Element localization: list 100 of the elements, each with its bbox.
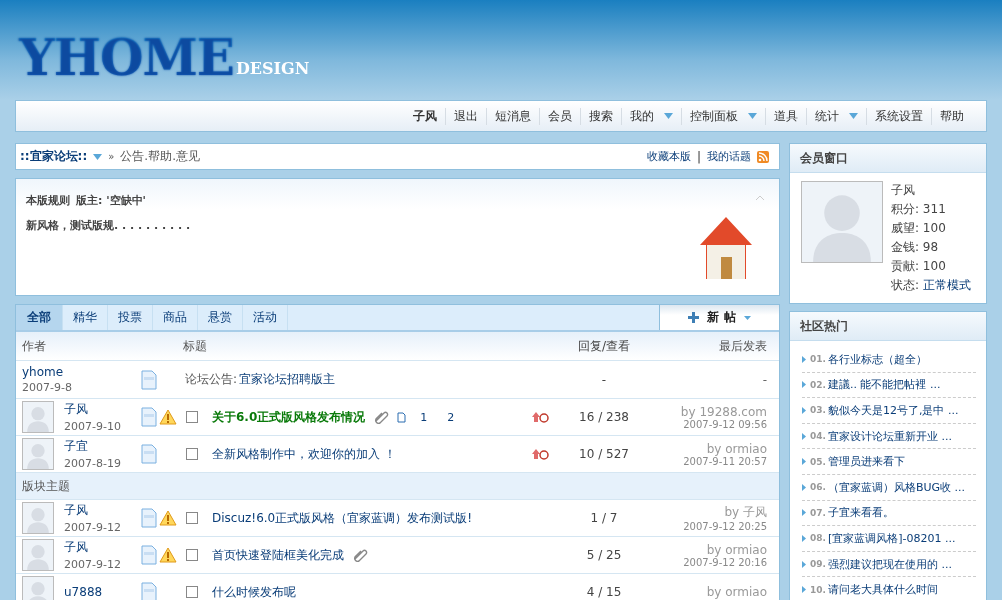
document-icon: [141, 545, 157, 565]
reply-count: 5 / 25: [585, 548, 623, 562]
avatar: [22, 539, 54, 571]
thread-title[interactable]: 全新风格制作中，欢迎你的加入 ！: [212, 445, 396, 463]
bullet-icon: [802, 381, 806, 389]
status-link[interactable]: 正常模式: [923, 276, 972, 295]
thread-title[interactable]: 什么时候发布呢: [212, 583, 296, 600]
page-link[interactable]: 2: [441, 410, 461, 424]
announcement-label: 论坛公告:: [185, 371, 238, 388]
member-stat: 威望: 100: [891, 220, 947, 237]
tab[interactable]: 商品: [153, 305, 198, 330]
nav-link[interactable]: 会员: [539, 107, 580, 125]
author-name[interactable]: u7888: [64, 585, 103, 599]
member-stat: 积分: 311: [891, 201, 947, 218]
pages-icon: [397, 411, 407, 423]
nav-link[interactable]: 道具: [765, 107, 806, 125]
bullet-icon: [802, 483, 806, 491]
last-post-time: 2007-9-12 20:25: [683, 521, 767, 532]
header-link[interactable]: 收藏本版: [646, 149, 691, 164]
nav-link[interactable]: 帮助: [931, 107, 972, 125]
column-header: 最后发表: [719, 337, 767, 355]
checkbox[interactable]: [186, 549, 198, 561]
document-icon: [141, 369, 157, 390]
checkbox[interactable]: [186, 411, 198, 423]
breadcrumb-current: 公告.帮助.意见: [120, 148, 200, 165]
last-post-time: 2007-9-12 09:56: [683, 418, 767, 430]
avatar: [22, 502, 54, 534]
post-date: 2007-9-10: [64, 420, 121, 433]
author-name[interactable]: 子风: [64, 502, 121, 519]
checkbox[interactable]: [186, 512, 198, 524]
author-name[interactable]: yhome: [22, 365, 72, 379]
rss-icon: [757, 150, 769, 163]
author-name[interactable]: 子风: [64, 401, 121, 418]
rules-text: 新风格，测试版规. . . . . . . . . .: [26, 218, 192, 233]
hot-topic-link[interactable]: 06. （宜家蓝调）风格BUG收 ...: [802, 474, 976, 501]
reply-count: 4 / 15: [585, 585, 623, 599]
author-name[interactable]: 子宜: [64, 438, 121, 455]
hot-topic-link[interactable]: 08. [宜家蓝调风格]-08201 ...: [802, 526, 976, 552]
checkbox[interactable]: [186, 586, 198, 598]
thread-title[interactable]: Discuz!6.0正式版风格（宜家蓝调）发布测试版!: [212, 509, 473, 527]
author-name[interactable]: 子风: [64, 539, 121, 556]
thread-title[interactable]: 宜家论坛招聘版主: [239, 371, 336, 388]
moderator-label: 版主: '空缺中': [76, 193, 146, 208]
last-poster: by ormiao: [706, 441, 767, 456]
bullet-icon: [802, 586, 806, 594]
nav-link[interactable]: 系统设置: [866, 107, 931, 125]
post-date: 2007-9-8: [22, 381, 72, 394]
last-poster: by ormiao: [706, 585, 767, 599]
hot-topic-link[interactable]: 09. 强烈建议把现在使用的 ...: [802, 551, 976, 578]
tab[interactable]: 全部: [16, 305, 63, 330]
last-poster: by 子风: [724, 504, 767, 521]
new-post-button[interactable]: 新 帖: [659, 305, 779, 330]
reply-count: 1 / 7: [589, 511, 619, 525]
hot-topic-link[interactable]: 03. 貌似今天是12号了,是中 ...: [802, 398, 976, 424]
hot-topic-link[interactable]: 04. 宜家设计论坛重新开业 ...: [802, 423, 976, 450]
house-icon: [699, 215, 753, 281]
header-link[interactable]: 我的话题: [707, 149, 751, 164]
nav-link[interactable]: 控制面板: [681, 107, 765, 125]
user-link[interactable]: 子风: [405, 107, 445, 125]
hot-topic-link[interactable]: 07. 子宜来看看。: [802, 500, 976, 527]
section-header: 版块主题: [21, 477, 70, 495]
thread-title[interactable]: 关于6.0正式版风格发布情况: [212, 408, 366, 426]
document-icon: [141, 407, 157, 427]
bullet-icon: [802, 509, 806, 517]
column-header: 标题: [183, 337, 207, 355]
nav-link[interactable]: 我的: [621, 107, 681, 125]
thread-title[interactable]: 首页快速登陆框美化完成: [212, 546, 344, 564]
nav-link[interactable]: 短消息: [486, 107, 539, 125]
hot-topic-link[interactable]: 02. 建議.. 能不能把帖裡 ...: [802, 372, 976, 399]
member-stat: 金钱: 98: [891, 239, 940, 256]
breadcrumb-separator: »: [108, 151, 115, 162]
tab[interactable]: 悬赏: [198, 305, 243, 330]
page-link[interactable]: 1: [414, 410, 434, 424]
nav-link[interactable]: 统计: [806, 107, 866, 125]
nav-link[interactable]: 退出: [445, 107, 486, 125]
avatar: [22, 401, 54, 433]
column-header: 回复/查看: [576, 337, 631, 355]
member-stat: 贡献: 100: [891, 258, 947, 275]
reply-count: -: [600, 372, 608, 387]
bullet-icon: [802, 458, 806, 466]
post-date: 2007-9-12: [64, 521, 121, 534]
bullet-icon: [802, 432, 806, 440]
hot-topic-link[interactable]: 05. 管理员进来看下: [802, 449, 976, 475]
forum-link[interactable]: ::宜家论坛::: [20, 148, 88, 165]
hot-topic-link[interactable]: 01. 各行业标志（超全）: [802, 347, 976, 373]
nav-link[interactable]: 搜索: [580, 107, 621, 125]
tab[interactable]: 精华: [63, 305, 108, 330]
avatar: [22, 438, 54, 470]
bullet-icon: [802, 407, 806, 414]
rules-title: 本版规则: [26, 193, 70, 208]
last-post-time: 2007-9-11 20:57: [683, 455, 767, 467]
hot-topic-link[interactable]: 10. 请问老大具体什么时间: [802, 577, 976, 600]
last-post: -: [762, 372, 767, 387]
post-date: 2007-9-12: [64, 558, 121, 571]
last-poster: by ormiao: [706, 542, 767, 557]
reply-count: 10 / 527: [578, 447, 630, 461]
checkbox[interactable]: [186, 448, 198, 460]
tab[interactable]: 活动: [243, 305, 288, 330]
tab[interactable]: 投票: [108, 305, 153, 330]
caret-icon: [743, 315, 751, 320]
